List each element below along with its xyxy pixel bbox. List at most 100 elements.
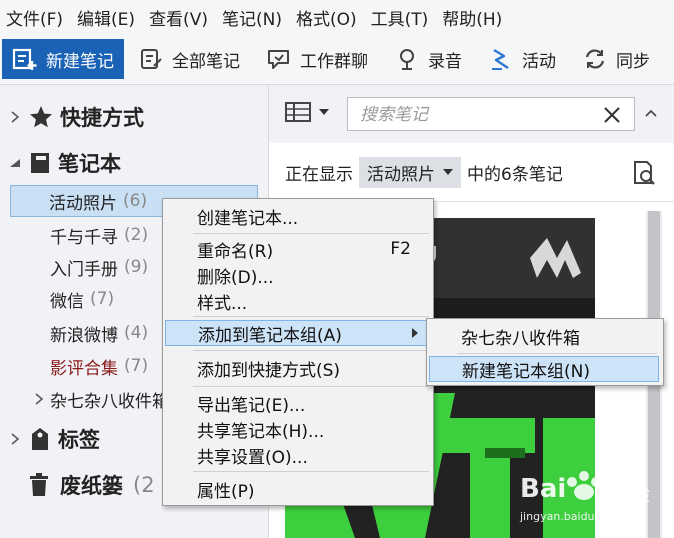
chevron-down-icon: [319, 109, 329, 115]
baidu-watermark: Bai 经验 jingyan.baidu.com: [510, 460, 660, 530]
notebook-item[interactable]: 新浪微博 (4): [50, 317, 148, 349]
sidebar-item-shortcuts[interactable]: 快捷方式: [6, 101, 144, 133]
view-toggle-button[interactable]: [285, 101, 329, 123]
notebook-item[interactable]: 入门手册 (9): [50, 251, 148, 283]
notebook-item[interactable]: 千与千寻 (2): [50, 219, 148, 251]
menu-item-label: 属性(P): [197, 481, 255, 502]
notebook-count: (2): [124, 225, 149, 245]
menu-item-label: 添加到快捷方式(S): [197, 360, 341, 381]
expand-arrow-icon[interactable]: [6, 433, 24, 445]
menu-item-label: 添加到笔记本组(A): [198, 325, 342, 346]
menu-format[interactable]: 格式(O): [290, 5, 363, 30]
menu-item-share-notebook[interactable]: 共享笔记本(H)...: [163, 416, 431, 442]
menu-item-label: 删除(D)...: [197, 267, 274, 288]
menu-item-label: 杂七杂八收件箱: [461, 328, 580, 349]
new-note-button[interactable]: 新建笔记: [2, 39, 124, 79]
menu-help[interactable]: 帮助(H): [436, 5, 508, 30]
notebook-info-icon[interactable]: [629, 159, 657, 187]
menu-view[interactable]: 查看(V): [143, 5, 214, 30]
menu-item-share-settings[interactable]: 共享设置(O)...: [163, 442, 431, 468]
notebook-icon: [28, 151, 52, 175]
expand-arrow-icon[interactable]: [6, 111, 24, 123]
trash-icon: [28, 472, 50, 498]
menu-item-add-to-stack[interactable]: 添加到笔记本组(A): [165, 320, 429, 346]
notebook-count: (6): [123, 191, 148, 211]
work-chat-button[interactable]: 工作群聊: [256, 39, 380, 79]
menu-separator: [193, 316, 429, 317]
chevron-up-icon[interactable]: [645, 109, 657, 117]
notebook-filter-label: 活动照片: [367, 164, 435, 185]
notebook-label: 活动照片: [49, 193, 117, 214]
menu-separator: [193, 350, 429, 351]
sync-icon: [582, 46, 608, 72]
submenu-item-stack-inbox[interactable]: 杂七杂八收件箱: [427, 323, 661, 349]
chat-icon: [266, 46, 292, 72]
notebook-count: (7): [90, 289, 115, 309]
notebook-filter-dropdown[interactable]: 活动照片: [359, 156, 461, 188]
note-count-bar: 正在显示 活动照片 中的6条笔记: [269, 143, 674, 202]
search-input[interactable]: [358, 103, 592, 127]
menu-separator: [193, 471, 429, 472]
menu-separator: [457, 353, 657, 354]
menu-item-add-to-shortcuts[interactable]: 添加到快捷方式(S): [163, 355, 431, 381]
notebook-stack-item[interactable]: 杂七杂八收件箱: [30, 383, 169, 415]
menu-bar: 文件(F) 编辑(E) 查看(V) 笔记(N) 格式(O) 工具(T) 帮助(H…: [0, 0, 674, 34]
submenu-item-new-stack[interactable]: 新建笔记本组(N): [429, 356, 659, 382]
sidebar-item-notebooks[interactable]: 笔记本: [6, 147, 121, 179]
chevron-right-icon: [412, 328, 418, 338]
activity-button[interactable]: 活动: [478, 39, 568, 79]
watermark-url: jingyan.baidu.com: [520, 510, 622, 523]
menu-item-properties[interactable]: 属性(P): [163, 476, 431, 502]
all-notes-button[interactable]: 全部笔记: [128, 39, 252, 79]
menu-item-label: 新建笔记本组(N): [462, 361, 590, 382]
submenu: 杂七杂八收件箱 新建笔记本组(N): [426, 318, 664, 386]
menu-item-style[interactable]: 样式...: [163, 288, 431, 314]
menu-item-label: 创建笔记本...: [197, 208, 299, 229]
microphone-icon: [394, 46, 420, 72]
menu-item-label: 共享设置(O)...: [197, 447, 308, 468]
work-chat-label: 工作群聊: [300, 51, 368, 72]
notebook-stack-label: 杂七杂八收件箱: [50, 391, 169, 412]
sync-button[interactable]: 同步: [572, 39, 662, 79]
all-notes-label: 全部笔记: [172, 51, 240, 72]
new-note-icon: [12, 46, 38, 72]
menu-item-export[interactable]: 导出笔记(E)...: [163, 390, 431, 416]
menu-item-label: 共享笔记本(H)...: [197, 421, 325, 442]
menu-item-create-notebook[interactable]: 创建笔记本...: [163, 203, 431, 229]
notebook-label: 入门手册: [50, 259, 118, 280]
watermark-brand-2: 经验: [610, 482, 650, 506]
notes-icon: [138, 46, 164, 72]
search-bar: [269, 85, 674, 144]
sidebar-item-label: 笔记本: [58, 152, 121, 176]
watermark-brand: Bai: [520, 474, 567, 504]
close-icon[interactable]: [602, 105, 622, 125]
search-field[interactable]: [347, 97, 635, 131]
menu-tools[interactable]: 工具(T): [365, 5, 435, 30]
sidebar-item-tags[interactable]: 标签: [6, 423, 100, 455]
new-note-label: 新建笔记: [46, 51, 114, 72]
chevron-down-icon: [443, 169, 453, 175]
notebook-count: (7): [124, 356, 149, 376]
notebook-label: 影评合集: [50, 358, 118, 379]
notebook-item[interactable]: 微信 (7): [50, 283, 114, 315]
menu-item-label: 样式...: [197, 293, 248, 314]
menu-item-delete[interactable]: 删除(D)...: [163, 262, 431, 288]
expand-arrow-icon[interactable]: [30, 393, 48, 405]
sidebar-item-trash[interactable]: 废纸篓 (2: [24, 469, 155, 501]
sidebar-item-label: 快捷方式: [60, 106, 144, 130]
sidebar-item-label: 废纸篓: [60, 474, 123, 498]
menu-note[interactable]: 笔记(N): [216, 5, 288, 30]
notebook-item-shared[interactable]: 影评合集 (7): [50, 350, 148, 382]
status-suffix: 中的6条笔记: [467, 164, 563, 185]
menu-item-rename[interactable]: 重命名(R) F2: [163, 236, 431, 262]
menu-edit[interactable]: 编辑(E): [71, 5, 141, 30]
notebook-count: (9): [124, 257, 149, 277]
notebook-count: (4): [124, 323, 149, 343]
menu-item-label: 导出笔记(E)...: [197, 395, 306, 416]
context-menu: 创建笔记本... 重命名(R) F2 删除(D)... 样式... 添加到笔记本…: [162, 198, 434, 506]
record-button[interactable]: 录音: [384, 39, 474, 79]
menu-file[interactable]: 文件(F): [0, 5, 69, 30]
notebook-label: 新浪微博: [50, 325, 118, 346]
menu-item-shortcut: F2: [390, 239, 411, 259]
collapse-arrow-icon[interactable]: [6, 158, 24, 168]
